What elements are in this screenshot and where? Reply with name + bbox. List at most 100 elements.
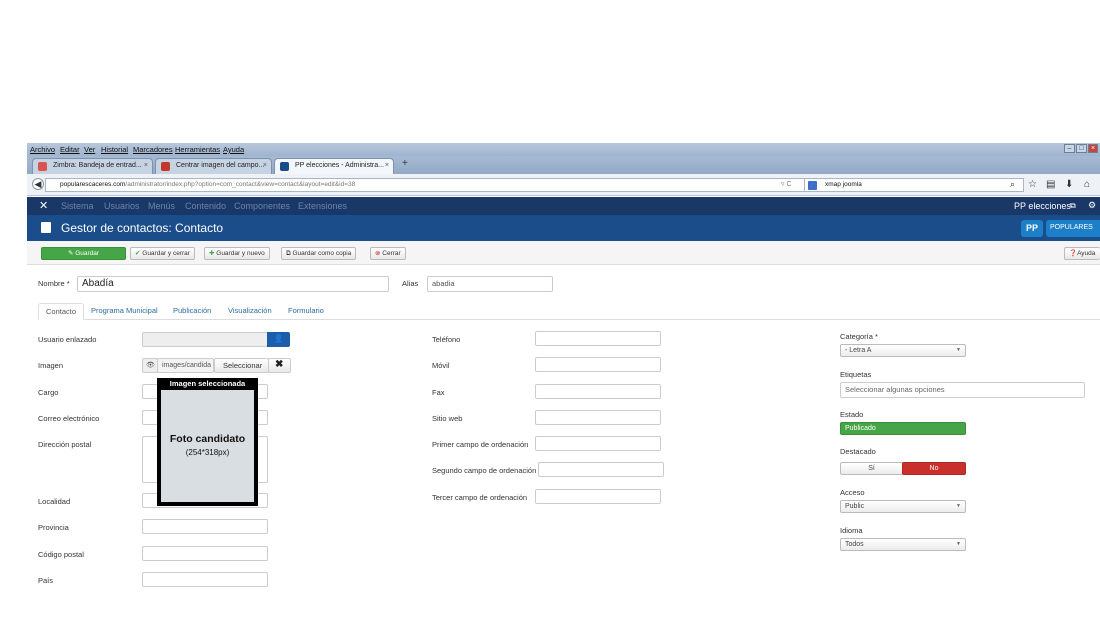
country-field[interactable] [142, 572, 268, 587]
maximize-icon[interactable]: □ [1076, 144, 1087, 153]
clear-image-icon[interactable]: ✖ [268, 358, 291, 373]
website-label: Sitio web [432, 414, 463, 423]
language-label: Idioma [840, 526, 863, 535]
sort3-field[interactable] [535, 489, 661, 504]
language-select[interactable]: Todos ▼ [840, 538, 966, 551]
close-button[interactable]: ⊗ Cerrar [370, 247, 406, 260]
save-button[interactable]: ✎ Guardar [41, 247, 126, 260]
close-window-icon[interactable]: × [1088, 144, 1098, 153]
close-tab-icon[interactable]: × [385, 162, 389, 169]
preview-title: Foto candidato [169, 433, 246, 445]
website-field[interactable] [535, 410, 661, 425]
back-icon[interactable]: ◀ [32, 178, 44, 190]
alias-field[interactable]: abadia [427, 276, 553, 292]
browser-navbar: ◀ popularescaceres.com/administrator/ind… [27, 174, 1100, 196]
province-field[interactable] [142, 519, 268, 534]
search-icon[interactable]: ⌕ [1010, 179, 1015, 190]
home-icon[interactable]: ⌂ [1084, 179, 1090, 190]
save-new-button[interactable]: ✚ Guardar y nuevo [204, 247, 270, 260]
bookmark-star-icon[interactable]: ☆ [1028, 179, 1037, 190]
province-label: Provincia [38, 523, 69, 532]
tab-publicacion[interactable]: Publicación [166, 303, 218, 320]
cancel-icon: ⊗ [375, 250, 381, 257]
admin-menu-usuarios[interactable]: Usuarios [104, 201, 140, 211]
featured-yes-button[interactable]: Sí [840, 462, 903, 475]
mobile-field[interactable] [535, 357, 661, 372]
bookmarks-icon[interactable]: ▤ [1046, 179, 1055, 190]
sort2-label: Segundo campo de ordenación [432, 466, 537, 475]
menu-archivo[interactable]: Archivo [30, 145, 55, 154]
preview-image: Foto candidato (254*318px) [161, 390, 254, 502]
fax-field[interactable] [535, 384, 661, 399]
save-close-button[interactable]: ✔ Guardar y cerrar [130, 247, 195, 260]
tab-visualizacion[interactable]: Visualización [221, 303, 279, 320]
contact-icon [41, 222, 51, 233]
help-button[interactable]: ❓Ayuda [1064, 247, 1100, 260]
menu-herramientas[interactable]: Herramientas [175, 145, 220, 154]
gear-icon[interactable]: ⚙ [1088, 200, 1096, 211]
joomla-logo-icon[interactable]: ✕ [39, 199, 48, 212]
chevron-down-icon: ▼ [956, 347, 961, 353]
admin-menu-extensiones[interactable]: Extensiones [298, 201, 347, 211]
phone-field[interactable] [535, 331, 661, 346]
preview-size: (254*318px) [185, 448, 230, 457]
url-bar[interactable]: popularescaceres.com/administrator/index… [45, 178, 827, 192]
chevron-down-icon: ▼ [956, 541, 961, 547]
category-select[interactable]: - Letra A ▼ [840, 344, 966, 357]
user-icon: 👤 [273, 334, 284, 343]
close-tab-icon[interactable]: × [144, 162, 148, 169]
external-link-icon[interactable]: ⧉ [1070, 201, 1076, 211]
close-tab-icon[interactable]: × [263, 162, 267, 169]
country-label: País [38, 576, 54, 585]
reload-icon[interactable]: ▿ C [781, 180, 792, 188]
preview-eye-icon[interactable]: 👁 [142, 358, 158, 373]
menu-ver[interactable]: Ver [84, 145, 95, 154]
joomla-forum-icon [161, 162, 170, 171]
tab-contacto[interactable]: Contacto [38, 303, 85, 320]
menu-marcadores[interactable]: Marcadores [133, 145, 173, 154]
save-copy-button[interactable]: ⧉ Guardar como copia [281, 247, 357, 260]
menu-historial[interactable]: Historial [101, 145, 128, 154]
status-select[interactable]: Publicado [840, 422, 966, 435]
city-label: Localidad [38, 497, 71, 506]
image-path-field[interactable]: images/candida [157, 358, 214, 373]
site-name-link[interactable]: PP elecciones [1014, 201, 1071, 211]
admin-menu-menus[interactable]: Menús [148, 201, 175, 211]
browser-tab-pp[interactable]: PP elecciones - Administra... × [274, 158, 394, 174]
minimize-icon[interactable]: – [1064, 144, 1075, 153]
admin-menu-sistema[interactable]: Sistema [61, 201, 94, 211]
populares-logo: POPULARES [1046, 220, 1100, 237]
tab-formulario[interactable]: Formulario [281, 303, 331, 320]
plus-icon: ✚ [209, 250, 215, 257]
browser-tab-centrar[interactable]: Centrar imagen del campo... × [155, 158, 272, 174]
postcode-label: Código postal [38, 550, 84, 559]
tags-field[interactable]: Seleccionar algunas opciones [840, 382, 1085, 398]
pp-logo-icon: PP [1021, 220, 1043, 237]
sort2-field[interactable] [538, 462, 664, 477]
browser-tabbar: Zimbra: Bandeja de entrad... × Centrar i… [27, 156, 1100, 174]
browser-window: Archivo Editar Ver Historial Marcadores … [27, 143, 1100, 619]
access-select[interactable]: Public ▼ [840, 500, 966, 513]
tab-programa-municipal[interactable]: Programa Municipal [84, 303, 165, 320]
postcode-field[interactable] [142, 546, 268, 561]
help-icon: ❓ [1069, 250, 1078, 257]
browser-tab-zimbra[interactable]: Zimbra: Bandeja de entrad... × [32, 158, 153, 174]
email-label: Correo electrónico [38, 414, 100, 423]
name-field[interactable]: Abadía [77, 276, 389, 292]
admin-menu-contenido[interactable]: Contenido [185, 201, 226, 211]
admin-header: Gestor de contactos: Contacto PP POPULAR… [27, 215, 1100, 241]
fax-label: Fax [432, 388, 445, 397]
linked-user-label: Usuario enlazado [38, 335, 97, 344]
download-icon[interactable]: ⬇ [1065, 179, 1073, 190]
new-tab-button[interactable]: + [402, 158, 408, 169]
search-bar[interactable]: xmap joomla [804, 178, 1024, 192]
admin-menu-componentes[interactable]: Componentes [234, 201, 290, 211]
name-label: Nombre * [38, 279, 70, 288]
select-user-button[interactable]: 👤 [267, 332, 290, 347]
admin-menubar: ✕ Sistema Usuarios Menús Contenido Compo… [27, 197, 1100, 215]
sort1-field[interactable] [535, 436, 661, 451]
featured-no-button[interactable]: No [902, 462, 966, 475]
select-image-button[interactable]: Seleccionar [214, 358, 269, 373]
menu-editar[interactable]: Editar [60, 145, 80, 154]
menu-ayuda[interactable]: Ayuda [223, 145, 244, 154]
